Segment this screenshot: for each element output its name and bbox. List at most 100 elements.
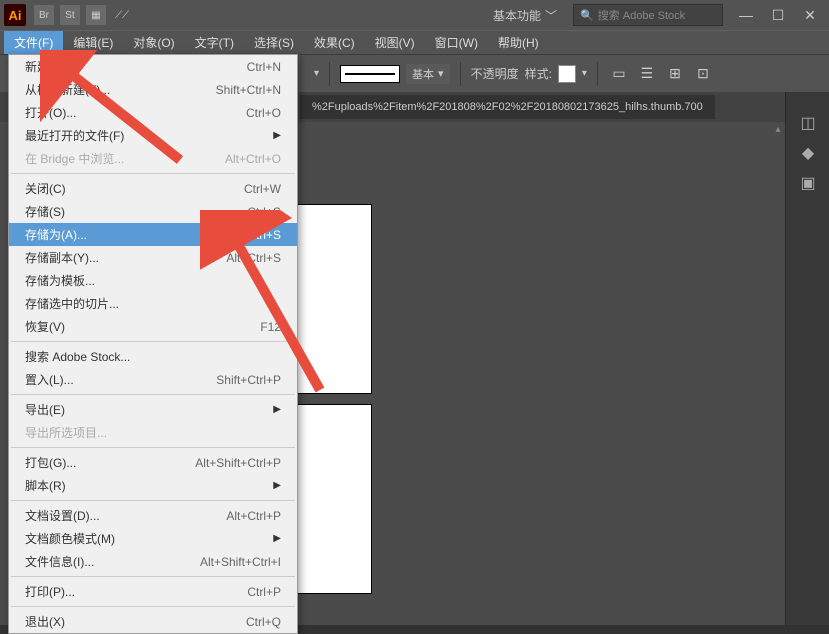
chevron-down-icon[interactable]: ▾ bbox=[582, 68, 587, 79]
menu-item-label: 导出(E) bbox=[25, 401, 269, 418]
menu-item-label: 退出(X) bbox=[25, 613, 246, 630]
menu-shortcut: Ctrl+P bbox=[247, 585, 281, 599]
close-button[interactable]: ✕ bbox=[795, 5, 825, 25]
submenu-arrow-icon: ▶ bbox=[273, 480, 281, 491]
submenu-arrow-icon: ▶ bbox=[273, 533, 281, 544]
menu-separator bbox=[11, 173, 295, 174]
menu-shortcut: Alt+Shift+Ctrl+I bbox=[200, 555, 281, 569]
menu-separator bbox=[11, 606, 295, 607]
menu-item-退出(X)[interactable]: 退出(X)Ctrl+Q bbox=[9, 610, 297, 633]
menu-编辑(E)[interactable]: 编辑(E) bbox=[63, 31, 123, 54]
menu-shortcut: Ctrl+Q bbox=[246, 615, 281, 629]
menu-item-label: 打开(O)... bbox=[25, 104, 246, 121]
menu-文字(T)[interactable]: 文字(T) bbox=[185, 31, 244, 54]
menu-视图(V)[interactable]: 视图(V) bbox=[365, 31, 425, 54]
menu-separator bbox=[11, 500, 295, 501]
chevron-down-icon[interactable]: ▾ bbox=[314, 68, 319, 79]
menu-item-label: 打印(P)... bbox=[25, 583, 247, 600]
menu-item-脚本(R)[interactable]: 脚本(R)▶ bbox=[9, 474, 297, 497]
more-icon[interactable]: ⊡ bbox=[692, 63, 714, 85]
style-swatch[interactable] bbox=[558, 65, 576, 83]
menu-shortcut: Ctrl+O bbox=[246, 106, 281, 120]
menu-shortcut: Alt+Ctrl+P bbox=[226, 509, 281, 523]
menu-item-打开(O)...[interactable]: 打开(O)...Ctrl+O bbox=[9, 101, 297, 124]
style-label: 样式: bbox=[525, 65, 552, 82]
vertical-scrollbar[interactable]: ▴ bbox=[771, 122, 785, 625]
scroll-up-icon[interactable]: ▴ bbox=[771, 122, 785, 136]
menubar: 文件(F)编辑(E)对象(O)文字(T)选择(S)效果(C)视图(V)窗口(W)… bbox=[0, 30, 829, 54]
menu-item-导出所选项目...: 导出所选项目... bbox=[9, 421, 297, 444]
arrange-icon[interactable]: ▦ bbox=[86, 5, 106, 25]
stroke-type-dropdown[interactable]: 基本▾ bbox=[406, 64, 450, 84]
menu-item-文件信息(I)...[interactable]: 文件信息(I)...Alt+Shift+Ctrl+I bbox=[9, 550, 297, 573]
menu-item-存储副本(Y)...[interactable]: 存储副本(Y)...Alt+Ctrl+S bbox=[9, 246, 297, 269]
menu-separator bbox=[11, 394, 295, 395]
menu-对象(O)[interactable]: 对象(O) bbox=[123, 31, 184, 54]
align-icon[interactable]: ⊞ bbox=[664, 63, 686, 85]
menu-shortcut: Ctrl+N bbox=[247, 60, 281, 74]
menu-item-label: 置入(L)... bbox=[25, 371, 216, 388]
menu-item-label: 导出所选项目... bbox=[25, 424, 281, 441]
menu-帮助(H)[interactable]: 帮助(H) bbox=[488, 31, 549, 54]
menu-文件(F)[interactable]: 文件(F) bbox=[4, 31, 63, 54]
sync-icon[interactable]: ⟋⟋ bbox=[112, 5, 132, 25]
menu-item-置入(L)...[interactable]: 置入(L)...Shift+Ctrl+P bbox=[9, 368, 297, 391]
menu-item-label: 存储为(A)... bbox=[25, 226, 216, 243]
menu-item-label: 打包(G)... bbox=[25, 454, 195, 471]
stock-icon[interactable]: St bbox=[60, 5, 80, 25]
preferences-icon[interactable]: ☰ bbox=[636, 63, 658, 85]
menu-item-打印(P)...[interactable]: 打印(P)...Ctrl+P bbox=[9, 580, 297, 603]
menu-shortcut: Alt+Ctrl+O bbox=[225, 152, 281, 166]
menu-separator bbox=[11, 447, 295, 448]
menu-窗口(W)[interactable]: 窗口(W) bbox=[425, 31, 488, 54]
bridge-icon[interactable]: Br bbox=[34, 5, 54, 25]
document-setup-icon[interactable]: ▭ bbox=[608, 63, 630, 85]
menu-shortcut: Ctrl+W bbox=[244, 182, 281, 196]
search-icon: 🔍 bbox=[580, 9, 594, 22]
menu-item-label: 存储(S) bbox=[25, 203, 247, 220]
file-menu-dropdown: 新建(N)...Ctrl+N从模板新建(T)...Shift+Ctrl+N打开(… bbox=[8, 54, 298, 634]
menu-item-恢复(V)[interactable]: 恢复(V)F12 bbox=[9, 315, 297, 338]
menu-item-打包(G)...[interactable]: 打包(G)...Alt+Shift+Ctrl+P bbox=[9, 451, 297, 474]
menu-shortcut: Shift+Ctrl+N bbox=[216, 83, 281, 97]
menu-item-label: 恢复(V) bbox=[25, 318, 260, 335]
document-tab[interactable]: %2Fuploads%2Fitem%2F201808%2F02%2F201808… bbox=[300, 95, 715, 119]
menu-shortcut: F12 bbox=[260, 320, 281, 334]
menu-item-文档设置(D)...[interactable]: 文档设置(D)...Alt+Ctrl+P bbox=[9, 504, 297, 527]
menu-shortcut: Shift+Ctrl+P bbox=[216, 373, 281, 387]
menu-item-关闭(C)[interactable]: 关闭(C)Ctrl+W bbox=[9, 177, 297, 200]
menu-item-label: 新建(N)... bbox=[25, 58, 247, 75]
menu-item-存储为模板...[interactable]: 存储为模板... bbox=[9, 269, 297, 292]
workspace-selector[interactable]: 基本功能 ﹀ bbox=[483, 3, 567, 28]
panel-dock: ◫ ◆ ▣ bbox=[785, 92, 829, 625]
menu-item-存储选中的切片...[interactable]: 存储选中的切片... bbox=[9, 292, 297, 315]
menu-item-label: 搜索 Adobe Stock... bbox=[25, 348, 281, 365]
menu-shortcut: Shift+Ctrl+S bbox=[216, 228, 281, 242]
workspace-label: 基本功能 bbox=[493, 7, 541, 24]
menu-item-label: 文档颜色模式(M) bbox=[25, 530, 269, 547]
menu-效果(C)[interactable]: 效果(C) bbox=[304, 31, 365, 54]
menu-item-搜索 Adobe Stock...[interactable]: 搜索 Adobe Stock... bbox=[9, 345, 297, 368]
menu-item-在 Bridge 中浏览...: 在 Bridge 中浏览...Alt+Ctrl+O bbox=[9, 147, 297, 170]
menu-item-最近打开的文件(F)[interactable]: 最近打开的文件(F)▶ bbox=[9, 124, 297, 147]
menu-item-从模板新建(T)...[interactable]: 从模板新建(T)...Shift+Ctrl+N bbox=[9, 78, 297, 101]
minimize-button[interactable]: — bbox=[731, 5, 761, 25]
menu-item-存储(S)[interactable]: 存储(S)Ctrl+S bbox=[9, 200, 297, 223]
search-input[interactable]: 🔍 搜索 Adobe Stock bbox=[573, 4, 723, 26]
menu-shortcut: Ctrl+S bbox=[247, 205, 281, 219]
maximize-button[interactable]: ☐ bbox=[763, 5, 793, 25]
menu-item-存储为(A)...[interactable]: 存储为(A)...Shift+Ctrl+S bbox=[9, 223, 297, 246]
stroke-preview[interactable] bbox=[340, 65, 400, 83]
menu-item-新建(N)...[interactable]: 新建(N)...Ctrl+N bbox=[9, 55, 297, 78]
menu-item-导出(E)[interactable]: 导出(E)▶ bbox=[9, 398, 297, 421]
menu-item-文档颜色模式(M)[interactable]: 文档颜色模式(M) ▶ bbox=[9, 527, 297, 550]
search-placeholder: 搜索 Adobe Stock bbox=[598, 7, 685, 23]
app-logo: Ai bbox=[4, 4, 26, 26]
menu-shortcut: Alt+Ctrl+S bbox=[226, 251, 281, 265]
libraries-panel-icon[interactable]: ▣ bbox=[786, 168, 829, 198]
menu-选择(S)[interactable]: 选择(S) bbox=[244, 31, 304, 54]
properties-panel-icon[interactable]: ◫ bbox=[786, 108, 829, 138]
menu-item-label: 在 Bridge 中浏览... bbox=[25, 150, 225, 167]
layers-panel-icon[interactable]: ◆ bbox=[786, 138, 829, 168]
menu-item-label: 文档设置(D)... bbox=[25, 507, 226, 524]
